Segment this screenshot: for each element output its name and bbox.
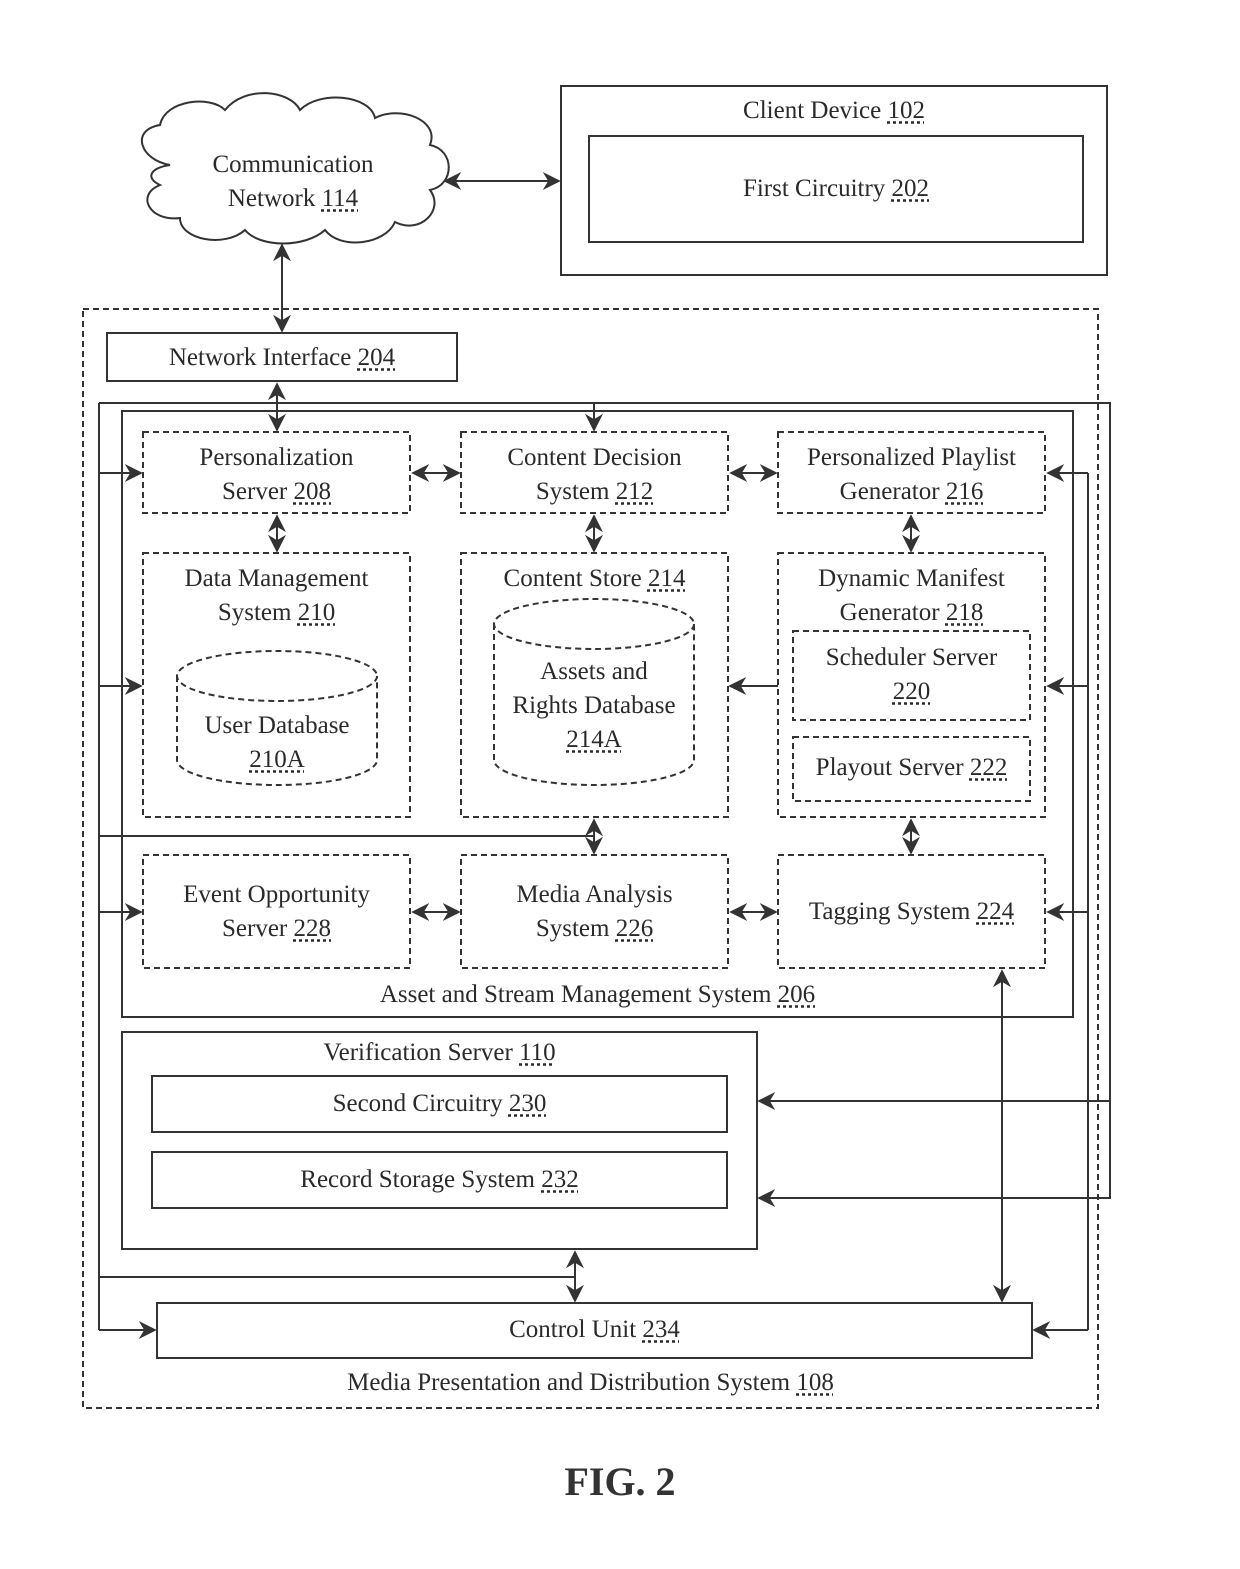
scheduler-server-ref: 220 — [892, 678, 931, 705]
personalization-server-line1: Personalization — [199, 444, 354, 471]
manifest-generator-line1: Dynamic Manifest — [818, 565, 1005, 592]
personalization-server-line2: Server 208 — [143, 475, 410, 509]
media-analysis-line1: Media Analysis — [516, 881, 673, 908]
data-management-label: Data Management System 210 — [143, 562, 410, 630]
second-circuitry-label: Second Circuitry 230 — [152, 1087, 727, 1121]
record-storage-ref: 232 — [541, 1166, 579, 1193]
manifest-generator-label: Dynamic Manifest Generator 218 — [778, 562, 1045, 630]
playout-server-name: Playout Server — [815, 754, 964, 781]
media-presentation-name: Media Presentation and Distribution Syst… — [347, 1369, 791, 1396]
media-analysis-name: System — [535, 915, 610, 942]
assets-rights-db-ref: 214A — [566, 726, 622, 753]
media-analysis-line2: System 226 — [461, 912, 728, 946]
record-storage-name: Record Storage System — [300, 1166, 535, 1193]
network-interface-ref: 204 — [357, 344, 396, 371]
first-circuitry-label: First Circuitry 202 — [589, 172, 1083, 206]
data-management-line1: Data Management — [184, 565, 369, 592]
verification-server-ref: 110 — [519, 1039, 556, 1066]
personalization-server-label: Personalization Server 208 — [143, 441, 410, 509]
comm-network-name: Network — [227, 185, 316, 212]
second-circuitry-ref: 230 — [508, 1090, 547, 1117]
playlist-generator-line2: Generator 216 — [778, 475, 1045, 509]
playlist-generator-name: Generator — [839, 478, 940, 505]
verification-server-label: Verification Server 110 — [122, 1036, 757, 1070]
scheduler-server-line1: Scheduler Server — [825, 644, 998, 671]
data-management-line2: System 210 — [143, 596, 410, 630]
first-circuitry-name: First Circuitry — [742, 175, 886, 202]
content-decision-name: System — [535, 478, 610, 505]
user-database-label: User Database 210A — [177, 709, 377, 777]
playlist-generator-line1: Personalized Playlist — [807, 444, 1016, 471]
scheduler-server-label: Scheduler Server 220 — [793, 641, 1030, 709]
content-decision-line2: System 212 — [461, 475, 728, 509]
network-interface-label: Network Interface 204 — [107, 341, 457, 375]
tagging-system-ref: 224 — [976, 898, 1015, 925]
first-circuitry-ref: 202 — [891, 175, 930, 202]
client-device-name: Client Device — [743, 97, 882, 124]
playlist-generator-label: Personalized Playlist Generator 216 — [778, 441, 1045, 509]
event-opportunity-label: Event Opportunity Server 228 — [143, 878, 410, 946]
verification-server-name: Verification Server — [323, 1039, 513, 1066]
media-analysis-label: Media Analysis System 226 — [461, 878, 728, 946]
media-presentation-label: Media Presentation and Distribution Syst… — [83, 1366, 1098, 1400]
user-database-ref: 210A — [249, 746, 305, 773]
comm-network-ref: 114 — [321, 185, 359, 212]
personalization-server-name: Server — [222, 478, 288, 505]
control-unit-name: Control Unit — [509, 1316, 637, 1343]
content-store-name: Content Store — [503, 565, 642, 592]
comm-network-label: Communication Network 114 — [170, 148, 416, 216]
data-management-ref: 210 — [297, 599, 336, 626]
tagging-system-name: Tagging System — [808, 898, 971, 925]
manifest-generator-ref: 218 — [945, 599, 984, 626]
event-opportunity-name: Server — [222, 915, 288, 942]
assets-rights-db-line2: Rights Database — [512, 692, 676, 719]
client-device-ref: 102 — [887, 97, 925, 124]
figure-label: FIG. 2 — [564, 1459, 676, 1504]
asset-stream-mgmt-label: Asset and Stream Management System 206 — [122, 978, 1073, 1012]
tagging-system-label: Tagging System 224 — [778, 895, 1045, 929]
content-decision-label: Content Decision System 212 — [461, 441, 728, 509]
client-device-label: Client Device 102 — [561, 94, 1107, 128]
media-analysis-ref: 226 — [615, 915, 654, 942]
manifest-generator-name: Generator — [839, 599, 940, 626]
content-decision-ref: 212 — [615, 478, 654, 505]
record-storage-label: Record Storage System 232 — [152, 1163, 727, 1197]
control-unit-label: Control Unit 234 — [157, 1313, 1032, 1347]
data-management-name: System — [217, 599, 298, 626]
playlist-generator-ref: 216 — [945, 478, 984, 505]
user-database-line1: User Database — [204, 712, 350, 739]
playout-server-label: Playout Server 222 — [793, 751, 1030, 785]
comm-network-line2: Network 114 — [170, 182, 416, 216]
personalization-server-ref: 208 — [293, 478, 332, 505]
assets-rights-db-line1: Assets and — [540, 658, 648, 685]
content-store-ref: 214 — [647, 565, 686, 592]
content-decision-line1: Content Decision — [507, 444, 682, 471]
asset-stream-mgmt-name: Asset and Stream Management System — [379, 981, 772, 1008]
network-interface-name: Network Interface — [168, 344, 352, 371]
event-opportunity-line2: Server 228 — [143, 912, 410, 946]
asset-stream-mgmt-ref: 206 — [777, 981, 816, 1008]
second-circuitry-name: Second Circuitry — [332, 1090, 503, 1117]
content-store-label: Content Store 214 — [461, 562, 728, 596]
manifest-generator-line2: Generator 218 — [778, 596, 1045, 630]
event-opportunity-line1: Event Opportunity — [183, 881, 370, 908]
playout-server-ref: 222 — [969, 754, 1008, 781]
control-unit-ref: 234 — [642, 1316, 680, 1343]
media-presentation-ref: 108 — [796, 1369, 834, 1396]
event-opportunity-ref: 228 — [293, 915, 332, 942]
assets-rights-db-label: Assets and Rights Database 214A — [494, 655, 694, 757]
comm-network-line1: Communication — [212, 151, 374, 178]
